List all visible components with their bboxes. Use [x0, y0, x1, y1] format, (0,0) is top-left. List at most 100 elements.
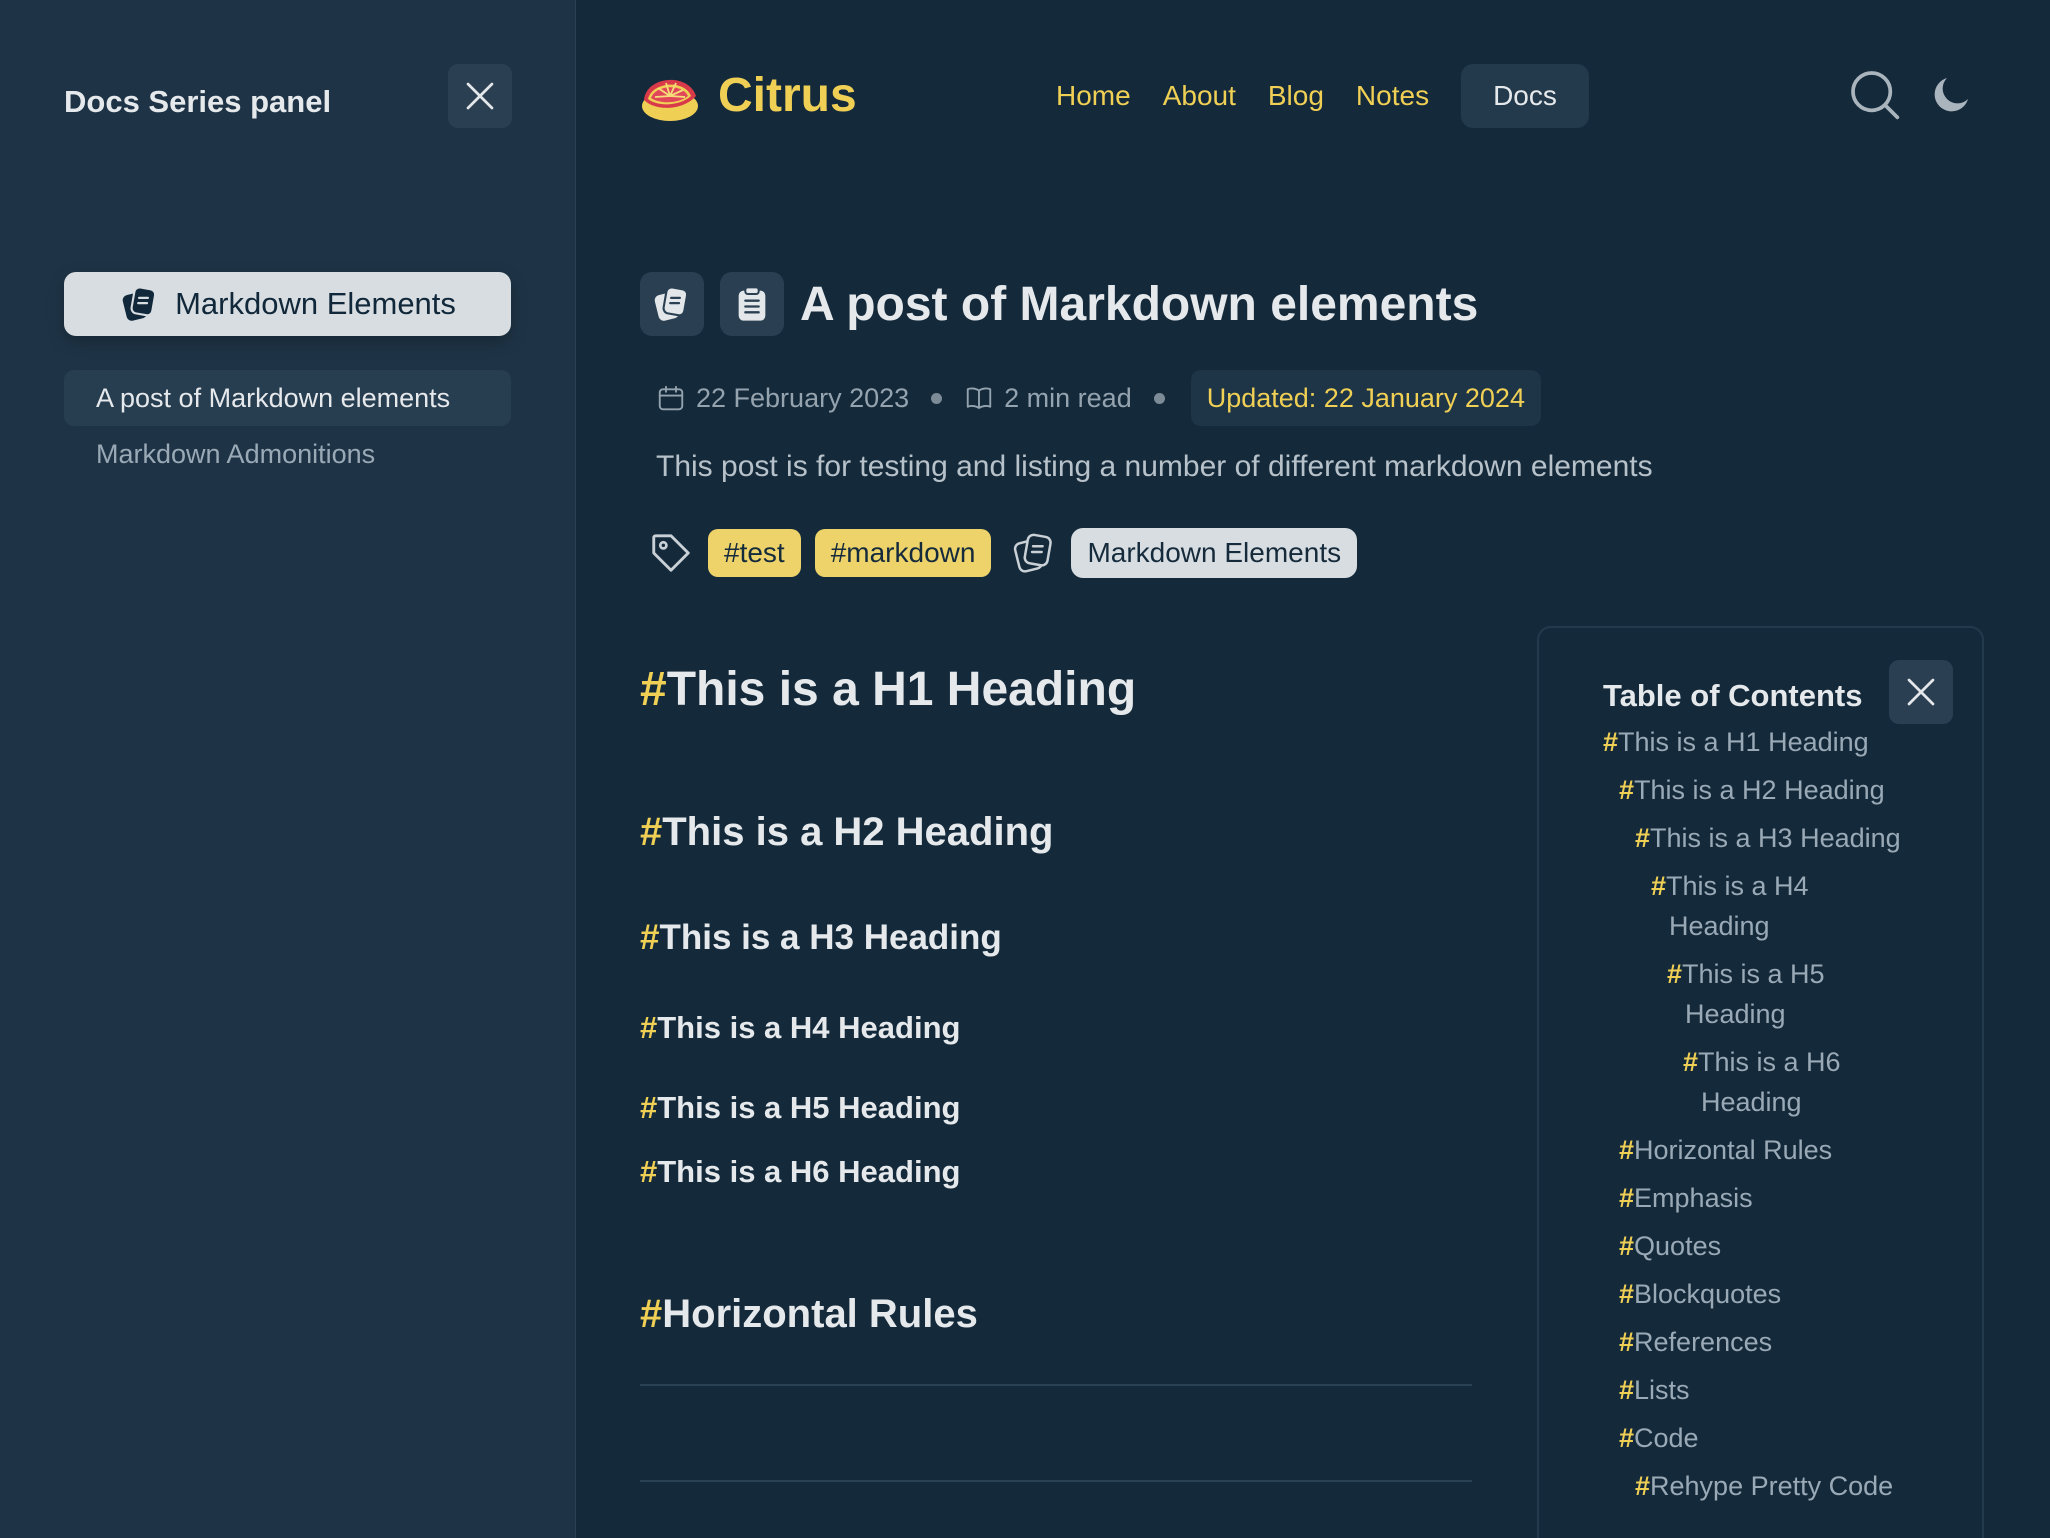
toc-item[interactable]: #Rehype Pretty Code: [1635, 1466, 1943, 1506]
toc-item-label: Emphasis: [1634, 1183, 1753, 1213]
meta-separator: [1153, 392, 1165, 404]
heading-anchor: #: [640, 1292, 663, 1336]
toc-item-label: This is a H4: [1666, 871, 1809, 901]
close-icon: [1907, 678, 1935, 706]
moon-icon: [1934, 78, 1968, 112]
toc-item-label: Horizontal Rules: [1634, 1135, 1833, 1165]
updated-badge: Updated: 22 January 2024: [1190, 370, 1541, 426]
heading-h4[interactable]: #This is a H4 Heading: [640, 1010, 960, 1046]
heading-h3[interactable]: #This is a H3 Heading: [640, 918, 1002, 958]
search-button[interactable]: [1846, 66, 1902, 127]
citrus-logo-icon: [642, 79, 698, 121]
heading-text: This is a H3 Heading: [659, 918, 1002, 957]
heading-anchor: #: [640, 810, 663, 854]
series-item-label: Markdown Admonitions: [96, 438, 376, 469]
toc-anchor: #: [1619, 1231, 1635, 1261]
toc-item[interactable]: #This is a H2 Heading: [1619, 770, 1943, 810]
toc-item-label: This is a H1 Heading: [1618, 727, 1869, 757]
tag-markdown[interactable]: #markdown: [814, 529, 992, 577]
toc-anchor: #: [1635, 823, 1651, 853]
site-title: Citrus: [718, 68, 857, 122]
nav-about[interactable]: About: [1147, 64, 1252, 128]
heading-anchor: #: [640, 1090, 658, 1125]
nav-blog[interactable]: Blog: [1252, 64, 1340, 128]
toc-item[interactable]: #Code: [1619, 1418, 1943, 1458]
close-series-panel-button[interactable]: [448, 64, 512, 128]
nav-notes[interactable]: Notes: [1340, 64, 1445, 128]
toc-item-label: Quotes: [1634, 1231, 1722, 1261]
series-item-markdown-elements[interactable]: A post of Markdown elements: [64, 370, 511, 426]
document-button[interactable]: [720, 272, 784, 336]
toc-item-label: References: [1634, 1327, 1773, 1357]
heading-h2[interactable]: #This is a H2 Heading: [640, 810, 1053, 855]
toc-anchor: #: [1667, 959, 1683, 989]
series-icon: [1014, 533, 1053, 573]
post-date: 22 February 2023: [696, 382, 910, 413]
series-item-markdown-admonitions[interactable]: Markdown Admonitions: [64, 426, 511, 482]
toc-item-label: Lists: [1634, 1375, 1690, 1405]
close-toc-button[interactable]: [1889, 660, 1953, 724]
toc-item-label: Rehype Pretty Code: [1650, 1471, 1894, 1501]
toc-item[interactable]: #This is a H3 Heading: [1635, 818, 1943, 858]
toc-item[interactable]: #References: [1619, 1322, 1943, 1362]
table-of-contents: Table of Contents #This is a H1 Heading #…: [1537, 626, 1984, 1538]
read-time: 2 min read: [1004, 382, 1132, 413]
toc-anchor: #: [1619, 1375, 1635, 1405]
document-icon: [738, 286, 766, 321]
series-link-button[interactable]: [640, 272, 704, 336]
close-icon: [466, 82, 494, 110]
nav-home[interactable]: Home: [1040, 64, 1147, 128]
tag-icon: [652, 534, 690, 572]
toc-anchor: #: [1619, 1183, 1635, 1213]
toc-item-label-continued: Heading: [1669, 911, 1770, 941]
toc-item-label: This is a H2 Heading: [1634, 775, 1885, 805]
series-tag[interactable]: Markdown Elements: [1071, 528, 1358, 578]
toc-item[interactable]: #Blockquotes: [1619, 1274, 1943, 1314]
heading-text: This is a H1 Heading: [666, 663, 1137, 716]
toc-anchor: #: [1619, 1327, 1635, 1357]
toc-list: #This is a H1 Heading #This is a H2 Headi…: [1603, 722, 1943, 1514]
series-icon: [122, 286, 157, 321]
series-panel: Docs Series panel Markdown Elements A po…: [0, 0, 576, 1538]
toc-title: Table of Contents: [1603, 678, 1863, 713]
heading-h6[interactable]: #This is a H6 Heading: [640, 1154, 960, 1190]
horizontal-rule: [640, 1480, 1472, 1482]
heading-text: This is a H6 Heading: [657, 1154, 961, 1189]
meta-separator: [931, 392, 943, 404]
toc-item[interactable]: #Quotes: [1619, 1226, 1943, 1266]
toc-item-label: This is a H3 Heading: [1650, 823, 1901, 853]
post-description: This post is for testing and listing a n…: [656, 450, 1653, 483]
toc-item-label-continued: Heading: [1701, 1087, 1802, 1117]
heading-horizontal-rules[interactable]: #Horizontal Rules: [640, 1292, 978, 1337]
toc-item[interactable]: #This is a H5 Heading: [1667, 954, 1943, 1034]
toc-item[interactable]: #Horizontal Rules: [1619, 1130, 1943, 1170]
site-logo[interactable]: Citrus: [638, 66, 857, 124]
series-button[interactable]: Markdown Elements: [64, 272, 511, 336]
toc-item[interactable]: #This is a H6 Heading: [1683, 1042, 1943, 1122]
heading-anchor: #: [640, 663, 667, 716]
heading-h5[interactable]: #This is a H5 Heading: [640, 1090, 960, 1126]
toc-item[interactable]: #Emphasis: [1619, 1178, 1943, 1218]
series-list: A post of Markdown elements Markdown Adm…: [64, 370, 511, 482]
toc-item[interactable]: #Lists: [1619, 1370, 1943, 1410]
post-header: A post of Markdown elements: [640, 272, 1478, 336]
theme-toggle-button[interactable]: [1928, 70, 1976, 123]
toc-item-label: Code: [1634, 1423, 1699, 1453]
heading-text: This is a H4 Heading: [657, 1010, 961, 1045]
series-button-label: Markdown Elements: [175, 286, 456, 321]
search-icon: [1851, 71, 1900, 120]
post-tags: #test #markdown Markdown Elements: [648, 528, 1358, 578]
toc-anchor: #: [1651, 871, 1667, 901]
heading-anchor: #: [640, 1154, 658, 1189]
toc-anchor: #: [1619, 775, 1635, 805]
tag-test[interactable]: #test: [708, 529, 801, 577]
toc-item[interactable]: #This is a H4 Heading: [1651, 866, 1943, 946]
toc-item-label: This is a H5: [1682, 959, 1825, 989]
toc-anchor: #: [1619, 1279, 1635, 1309]
series-panel-title: Docs Series panel: [64, 84, 332, 119]
nav-docs[interactable]: Docs: [1461, 64, 1589, 128]
heading-h1[interactable]: #This is a H1 Heading: [640, 662, 1136, 717]
post-meta: 22 February 2023 2 min read Updated: 22 …: [656, 370, 1541, 426]
toc-item[interactable]: #This is a H1 Heading: [1603, 722, 1943, 762]
toc-anchor: #: [1619, 1135, 1635, 1165]
